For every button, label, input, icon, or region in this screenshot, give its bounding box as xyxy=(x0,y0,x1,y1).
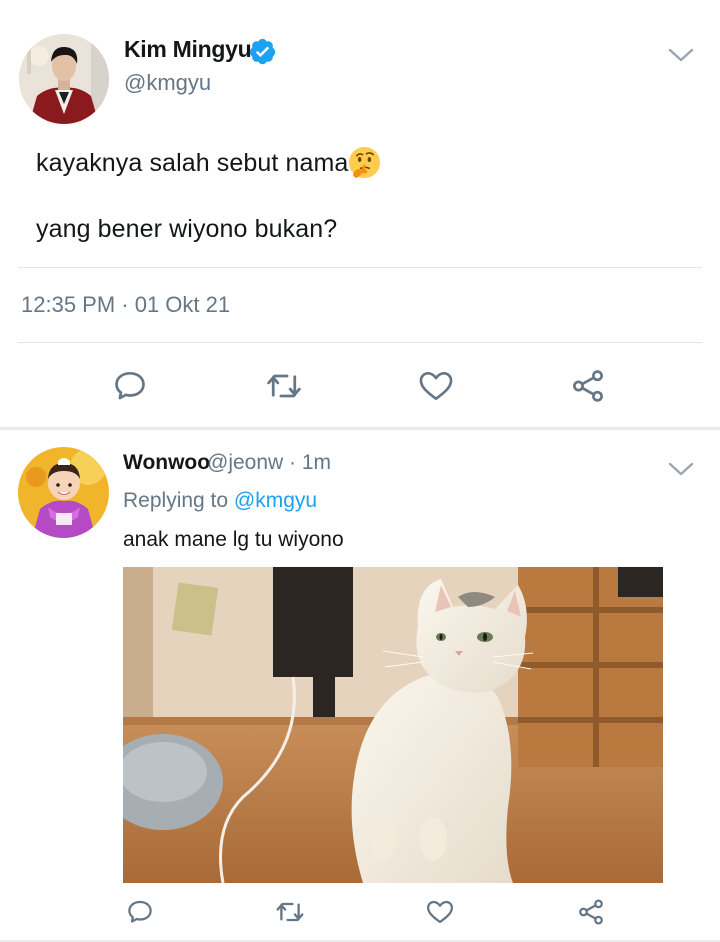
author-display-name[interactable]: Kim Mingyu xyxy=(124,36,252,63)
retweet-icon xyxy=(276,902,304,922)
retweet-button[interactable] xyxy=(262,364,306,408)
reply-icon xyxy=(128,900,152,923)
share-button[interactable] xyxy=(566,364,610,408)
reply-tweet-text: anak mane lg tu wiyono xyxy=(123,528,344,551)
kim-mingyu-avatar[interactable] xyxy=(19,34,109,124)
thinking-face-emoji-icon xyxy=(348,146,381,179)
like-icon xyxy=(419,371,453,401)
wonwoo-avatar[interactable] xyxy=(18,447,109,538)
replying-to-prefix: Replying to xyxy=(123,489,229,512)
cat-photo xyxy=(123,567,663,883)
replying-to-mention-link[interactable]: @kmgyu xyxy=(234,489,317,512)
reply-icon xyxy=(115,371,145,400)
tweet-timestamp[interactable]: 12:35 PM · 01 Okt 21 xyxy=(21,292,230,318)
share-button[interactable] xyxy=(573,894,609,930)
share-icon xyxy=(579,899,603,925)
tweet-separator xyxy=(0,427,720,430)
tweet-media-photo[interactable] xyxy=(123,567,663,883)
verified-badge-icon xyxy=(249,38,276,65)
avatar-photo xyxy=(18,447,109,538)
reply-author-display-name[interactable]: Wonwoo xyxy=(123,451,210,475)
divider xyxy=(18,267,702,268)
share-icon xyxy=(573,370,603,402)
reply-button[interactable] xyxy=(108,364,152,408)
replying-to-line: Replying to @kmgyu xyxy=(123,489,317,513)
tweet-text-line-1: kayaknya salah sebut nama xyxy=(36,149,349,177)
divider xyxy=(18,342,702,343)
author-handle[interactable]: @kmgyu xyxy=(124,70,211,96)
like-button[interactable] xyxy=(422,894,458,930)
tweet-text-line-2: yang bener wiyono bukan? xyxy=(36,215,338,243)
reply-author-handle-time[interactable]: @jeonw · 1m xyxy=(207,451,331,475)
avatar-photo xyxy=(19,34,109,124)
retweet-icon xyxy=(267,374,301,398)
chevron-down-icon[interactable] xyxy=(668,461,694,477)
like-button[interactable] xyxy=(414,364,458,408)
reply-button[interactable] xyxy=(122,894,158,930)
like-icon xyxy=(427,900,453,924)
chevron-down-icon[interactable] xyxy=(668,47,694,63)
retweet-button[interactable] xyxy=(272,894,308,930)
